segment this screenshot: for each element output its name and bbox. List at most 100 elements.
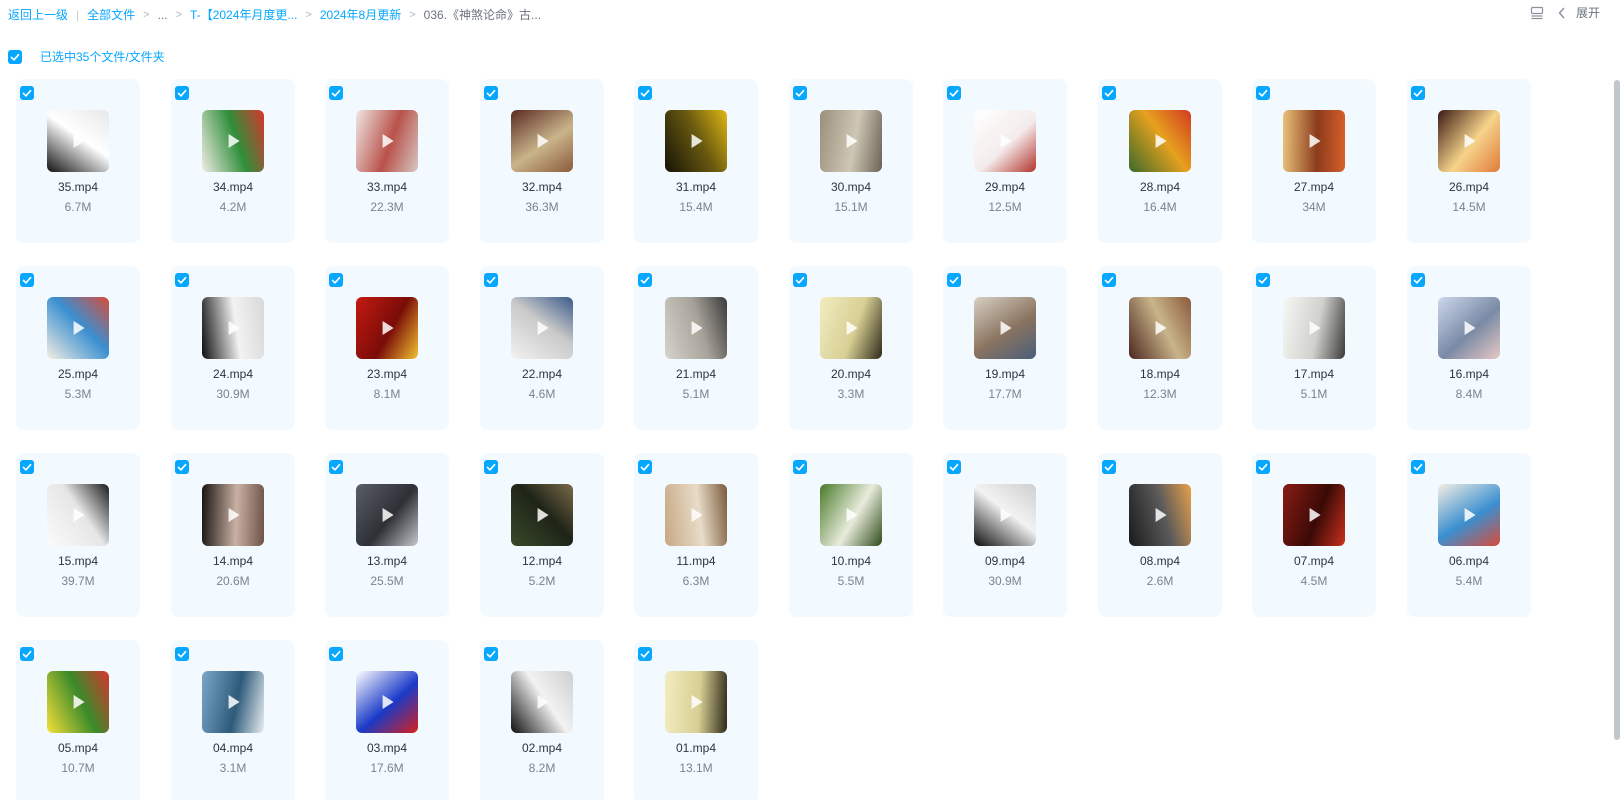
video-thumbnail[interactable]: [47, 484, 109, 546]
file-card[interactable]: 13.mp4 25.5M: [325, 453, 449, 617]
breadcrumb-all-files[interactable]: 全部文件: [87, 6, 135, 23]
file-checkbox[interactable]: [793, 273, 807, 287]
file-card[interactable]: 01.mp4 13.1M: [634, 640, 758, 800]
back-link[interactable]: 返回上一级: [8, 6, 68, 23]
video-thumbnail[interactable]: [1438, 110, 1500, 172]
video-thumbnail[interactable]: [511, 297, 573, 359]
file-card[interactable]: 32.mp4 36.3M: [480, 79, 604, 243]
video-thumbnail[interactable]: [974, 297, 1036, 359]
file-card[interactable]: 07.mp4 4.5M: [1252, 453, 1376, 617]
file-checkbox[interactable]: [793, 460, 807, 474]
file-checkbox[interactable]: [1102, 273, 1116, 287]
file-card[interactable]: 11.mp4 6.3M: [634, 453, 758, 617]
file-card[interactable]: 05.mp4 10.7M: [16, 640, 140, 800]
file-card[interactable]: 35.mp4 6.7M: [16, 79, 140, 243]
file-card[interactable]: 31.mp4 15.4M: [634, 79, 758, 243]
video-thumbnail[interactable]: [511, 110, 573, 172]
video-thumbnail[interactable]: [202, 484, 264, 546]
file-card[interactable]: 21.mp4 5.1M: [634, 266, 758, 430]
list-view-icon[interactable]: [1530, 6, 1544, 20]
file-checkbox[interactable]: [484, 460, 498, 474]
file-card[interactable]: 33.mp4 22.3M: [325, 79, 449, 243]
video-thumbnail[interactable]: [820, 484, 882, 546]
file-card[interactable]: 20.mp4 3.3M: [789, 266, 913, 430]
video-thumbnail[interactable]: [665, 297, 727, 359]
video-thumbnail[interactable]: [820, 297, 882, 359]
file-checkbox[interactable]: [329, 273, 343, 287]
file-checkbox[interactable]: [1256, 86, 1270, 100]
file-card[interactable]: 19.mp4 17.7M: [943, 266, 1067, 430]
file-checkbox[interactable]: [793, 86, 807, 100]
select-all-checkbox[interactable]: [8, 49, 22, 64]
video-thumbnail[interactable]: [1129, 110, 1191, 172]
file-checkbox[interactable]: [1411, 460, 1425, 474]
file-checkbox[interactable]: [638, 86, 652, 100]
video-thumbnail[interactable]: [511, 671, 573, 733]
file-card[interactable]: 03.mp4 17.6M: [325, 640, 449, 800]
file-card[interactable]: 28.mp4 16.4M: [1098, 79, 1222, 243]
video-thumbnail[interactable]: [1438, 297, 1500, 359]
file-card[interactable]: 26.mp4 14.5M: [1407, 79, 1531, 243]
video-thumbnail[interactable]: [1129, 297, 1191, 359]
file-card[interactable]: 12.mp4 5.2M: [480, 453, 604, 617]
video-thumbnail[interactable]: [511, 484, 573, 546]
breadcrumb-ellipsis[interactable]: ...: [158, 8, 168, 22]
file-checkbox[interactable]: [484, 86, 498, 100]
video-thumbnail[interactable]: [1283, 297, 1345, 359]
video-thumbnail[interactable]: [1129, 484, 1191, 546]
file-checkbox[interactable]: [1102, 86, 1116, 100]
video-thumbnail[interactable]: [665, 671, 727, 733]
file-checkbox[interactable]: [947, 273, 961, 287]
file-card[interactable]: 34.mp4 4.2M: [171, 79, 295, 243]
file-checkbox[interactable]: [638, 460, 652, 474]
file-checkbox[interactable]: [20, 647, 34, 661]
video-thumbnail[interactable]: [665, 110, 727, 172]
file-card[interactable]: 25.mp4 5.3M: [16, 266, 140, 430]
video-thumbnail[interactable]: [356, 671, 418, 733]
file-card[interactable]: 08.mp4 2.6M: [1098, 453, 1222, 617]
file-card[interactable]: 24.mp4 30.9M: [171, 266, 295, 430]
file-card[interactable]: 27.mp4 34M: [1252, 79, 1376, 243]
video-thumbnail[interactable]: [202, 110, 264, 172]
file-card[interactable]: 06.mp4 5.4M: [1407, 453, 1531, 617]
file-checkbox[interactable]: [1411, 86, 1425, 100]
file-checkbox[interactable]: [1256, 460, 1270, 474]
file-checkbox[interactable]: [175, 647, 189, 661]
video-thumbnail[interactable]: [1283, 110, 1345, 172]
file-card[interactable]: 10.mp4 5.5M: [789, 453, 913, 617]
video-thumbnail[interactable]: [1438, 484, 1500, 546]
file-card[interactable]: 04.mp4 3.1M: [171, 640, 295, 800]
file-checkbox[interactable]: [1411, 273, 1425, 287]
vertical-scrollbar[interactable]: [1614, 80, 1620, 740]
file-card[interactable]: 17.mp4 5.1M: [1252, 266, 1376, 430]
file-checkbox[interactable]: [1256, 273, 1270, 287]
video-thumbnail[interactable]: [974, 484, 1036, 546]
file-card[interactable]: 09.mp4 30.9M: [943, 453, 1067, 617]
file-card[interactable]: 15.mp4 39.7M: [16, 453, 140, 617]
video-thumbnail[interactable]: [820, 110, 882, 172]
file-checkbox[interactable]: [175, 460, 189, 474]
file-checkbox[interactable]: [638, 273, 652, 287]
video-thumbnail[interactable]: [356, 297, 418, 359]
video-thumbnail[interactable]: [202, 671, 264, 733]
file-checkbox[interactable]: [638, 647, 652, 661]
video-thumbnail[interactable]: [974, 110, 1036, 172]
file-card[interactable]: 02.mp4 8.2M: [480, 640, 604, 800]
video-thumbnail[interactable]: [356, 484, 418, 546]
expand-button[interactable]: 展开: [1558, 4, 1600, 21]
breadcrumb-folder-august[interactable]: 2024年8月更新: [320, 6, 401, 23]
file-checkbox[interactable]: [484, 647, 498, 661]
file-card[interactable]: 18.mp4 12.3M: [1098, 266, 1222, 430]
breadcrumb-folder-monthly[interactable]: T-【2024年月度更...: [190, 6, 297, 23]
file-checkbox[interactable]: [329, 460, 343, 474]
file-checkbox[interactable]: [20, 86, 34, 100]
video-thumbnail[interactable]: [47, 297, 109, 359]
file-card[interactable]: 30.mp4 15.1M: [789, 79, 913, 243]
file-checkbox[interactable]: [947, 460, 961, 474]
file-checkbox[interactable]: [329, 647, 343, 661]
video-thumbnail[interactable]: [47, 671, 109, 733]
file-card[interactable]: 29.mp4 12.5M: [943, 79, 1067, 243]
file-checkbox[interactable]: [329, 86, 343, 100]
video-thumbnail[interactable]: [1283, 484, 1345, 546]
file-checkbox[interactable]: [175, 86, 189, 100]
